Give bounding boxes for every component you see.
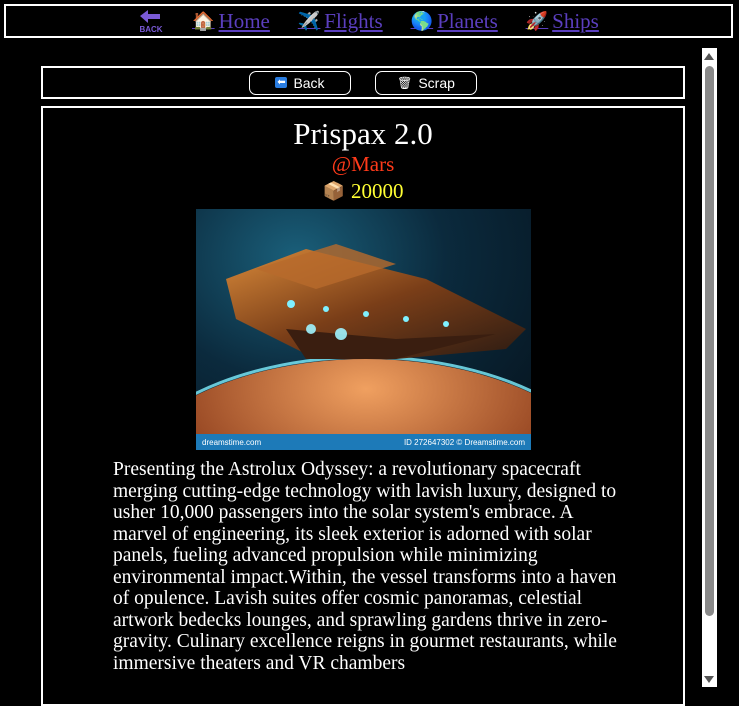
package-icon: 📦 (322, 181, 345, 202)
image-footer: dreamstime.com ID 272647302 © Dreamstime… (196, 434, 531, 450)
back-button[interactable]: ⬅ Back (249, 70, 351, 95)
image-id: ID 272647302 © Dreamstime.com (403, 437, 525, 447)
nav-flights-link[interactable]: ✈️ Flights (298, 9, 383, 34)
nav-flights-label: Flights (324, 8, 383, 33)
back-arrow-icon: BACK (140, 10, 163, 34)
back-icon-text: BACK (140, 25, 163, 34)
ship-name: Prispax 2.0 (293, 116, 433, 151)
ship-cost-value: 20000 (350, 179, 404, 203)
ship-image: dreamstime.com ID 272647302 © Dreamstime… (196, 209, 531, 450)
nav-home-link[interactable]: 🏠 Home (192, 9, 270, 34)
scrap-button-label: Scrap (418, 74, 455, 91)
nav-ships-label: Ships (552, 8, 599, 33)
ship-cost: 📦 20000 (43, 179, 683, 204)
ship-location: @Mars (331, 152, 395, 176)
nav-back-link[interactable]: BACK (138, 8, 164, 34)
nav-ships-link[interactable]: 🚀 Ships (526, 9, 599, 34)
rocket-icon: 🚀 (525, 10, 549, 32)
nav-home-label: Home (218, 8, 270, 33)
action-bar: ⬅ Back 🗑 Scrap (41, 66, 685, 99)
house-icon: 🏠 (192, 10, 215, 32)
ship-description: Presenting the Astrolux Odyssey: a revol… (113, 459, 617, 674)
trash-icon: 🗑 (397, 75, 413, 90)
airplane-icon: ✈️ (297, 10, 321, 32)
top-navigation: BACK 🏠 Home ✈️ Flights 🌎 Planets 🚀 Ships (4, 4, 733, 38)
vertical-scrollbar[interactable] (702, 48, 717, 687)
scroll-up-arrow-icon[interactable] (704, 53, 714, 60)
image-watermark: dreamstime.com (202, 437, 262, 447)
nav-planets-link[interactable]: 🌎 Planets (411, 9, 498, 34)
spaceship-illustration (196, 244, 531, 450)
nav-planets-label: Planets (437, 8, 498, 33)
ship-detail-panel: Prispax 2.0 @Mars 📦 20000 dreamstime.com… (41, 106, 685, 706)
globe-icon: 🌎 (410, 10, 434, 32)
back-arrow-small-icon: ⬅ (275, 77, 288, 88)
back-button-label: Back (293, 74, 325, 91)
scroll-down-arrow-icon[interactable] (704, 676, 714, 683)
scrap-button[interactable]: 🗑 Scrap (375, 70, 477, 95)
scrollbar-thumb[interactable] (705, 66, 714, 616)
